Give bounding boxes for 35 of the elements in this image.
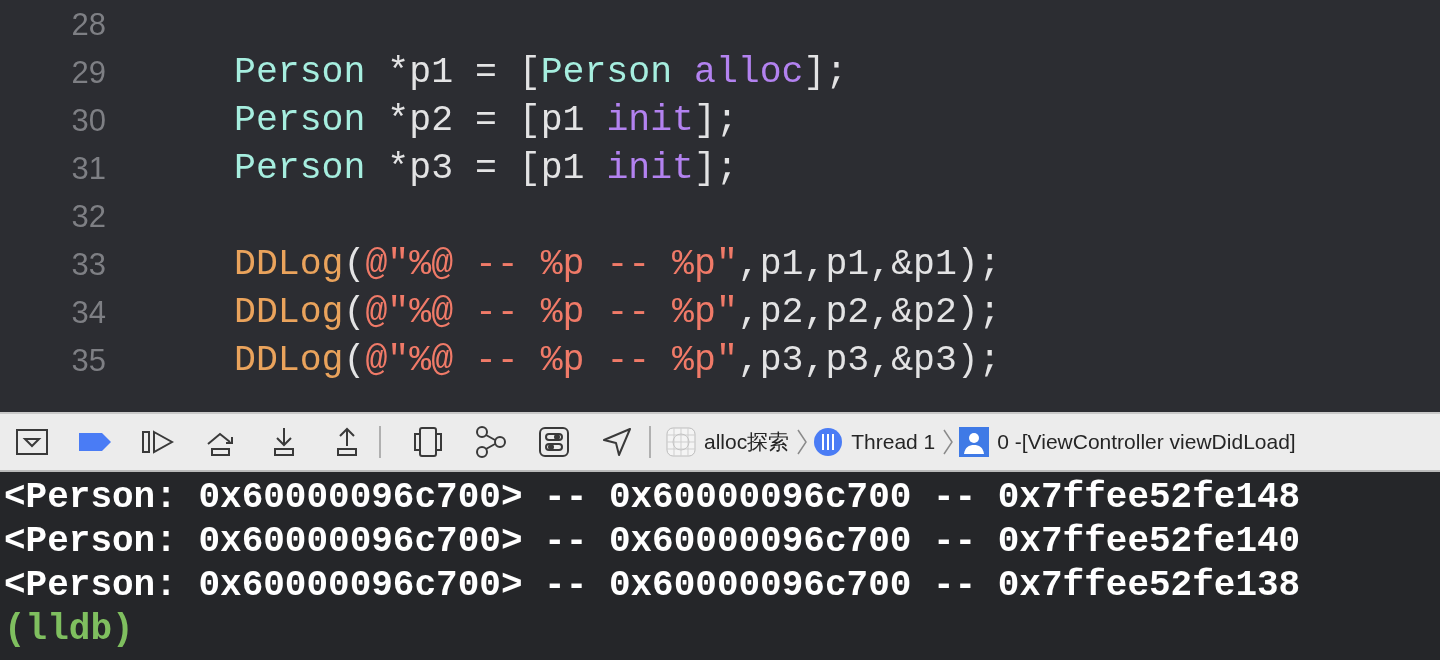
step-out-icon (335, 427, 358, 457)
app-icon (666, 427, 696, 457)
chevron-icon (943, 429, 954, 455)
line-number: 32 (70, 197, 106, 236)
view-hierarchy-icon (412, 427, 443, 457)
lldb-prompt: (lldb) (4, 608, 135, 652)
line-number: 35 (70, 341, 106, 380)
person-icon (959, 427, 990, 457)
code-line: Person *p2 = [p1 init]; (234, 100, 738, 142)
line-number: 29 (70, 53, 106, 92)
console-output-line: <Person: 0x60000096c700> -- 0x60000096c700 -- 0x7ffee52fe140 (4, 520, 1302, 564)
breadcrumb-item[interactable]: Thread 1 (813, 426, 936, 458)
breadcrumb-item[interactable]: 0 -[ViewController viewDidLoad] (959, 426, 1296, 458)
console-output-line: <Person: 0x60000096c700> -- 0x60000096c700 -- 0x7ffee52fe138 (4, 564, 1302, 608)
console-toggle-icon (15, 429, 48, 455)
line-number: 33 (70, 245, 106, 284)
line-number: 30 (70, 101, 106, 140)
thread-icon (813, 427, 844, 457)
code-line: DDLog(@"%@ -- %p -- %p",p2,p2,&p2); (234, 292, 1001, 334)
location-arrow-icon (601, 427, 632, 457)
toggles-icon (538, 427, 569, 457)
chevron-icon (797, 429, 808, 455)
step-into-icon (272, 427, 295, 457)
code-line: Person *p3 = [p1 init]; (234, 148, 738, 190)
breadcrumb-item[interactable]: alloc探索 (666, 426, 790, 458)
line-number: 31 (70, 149, 106, 188)
console-output-line: <Person: 0x60000096c700> -- 0x60000096c700 -- 0x7ffee52fe148 (4, 476, 1302, 520)
code-line: Person *p1 = [Person alloc]; (234, 52, 848, 94)
line-number: 28 (70, 5, 106, 44)
code-line: DDLog(@"%@ -- %p -- %p",p1,p1,&p1); (234, 244, 1001, 286)
line-number: 34 (70, 293, 106, 332)
graph-nodes-icon (474, 426, 507, 458)
continue-icon (141, 430, 174, 454)
breakpoint-icon (78, 433, 111, 451)
code-line: DDLog(@"%@ -- %p -- %p",p3,p3,&p3); (234, 340, 1001, 382)
